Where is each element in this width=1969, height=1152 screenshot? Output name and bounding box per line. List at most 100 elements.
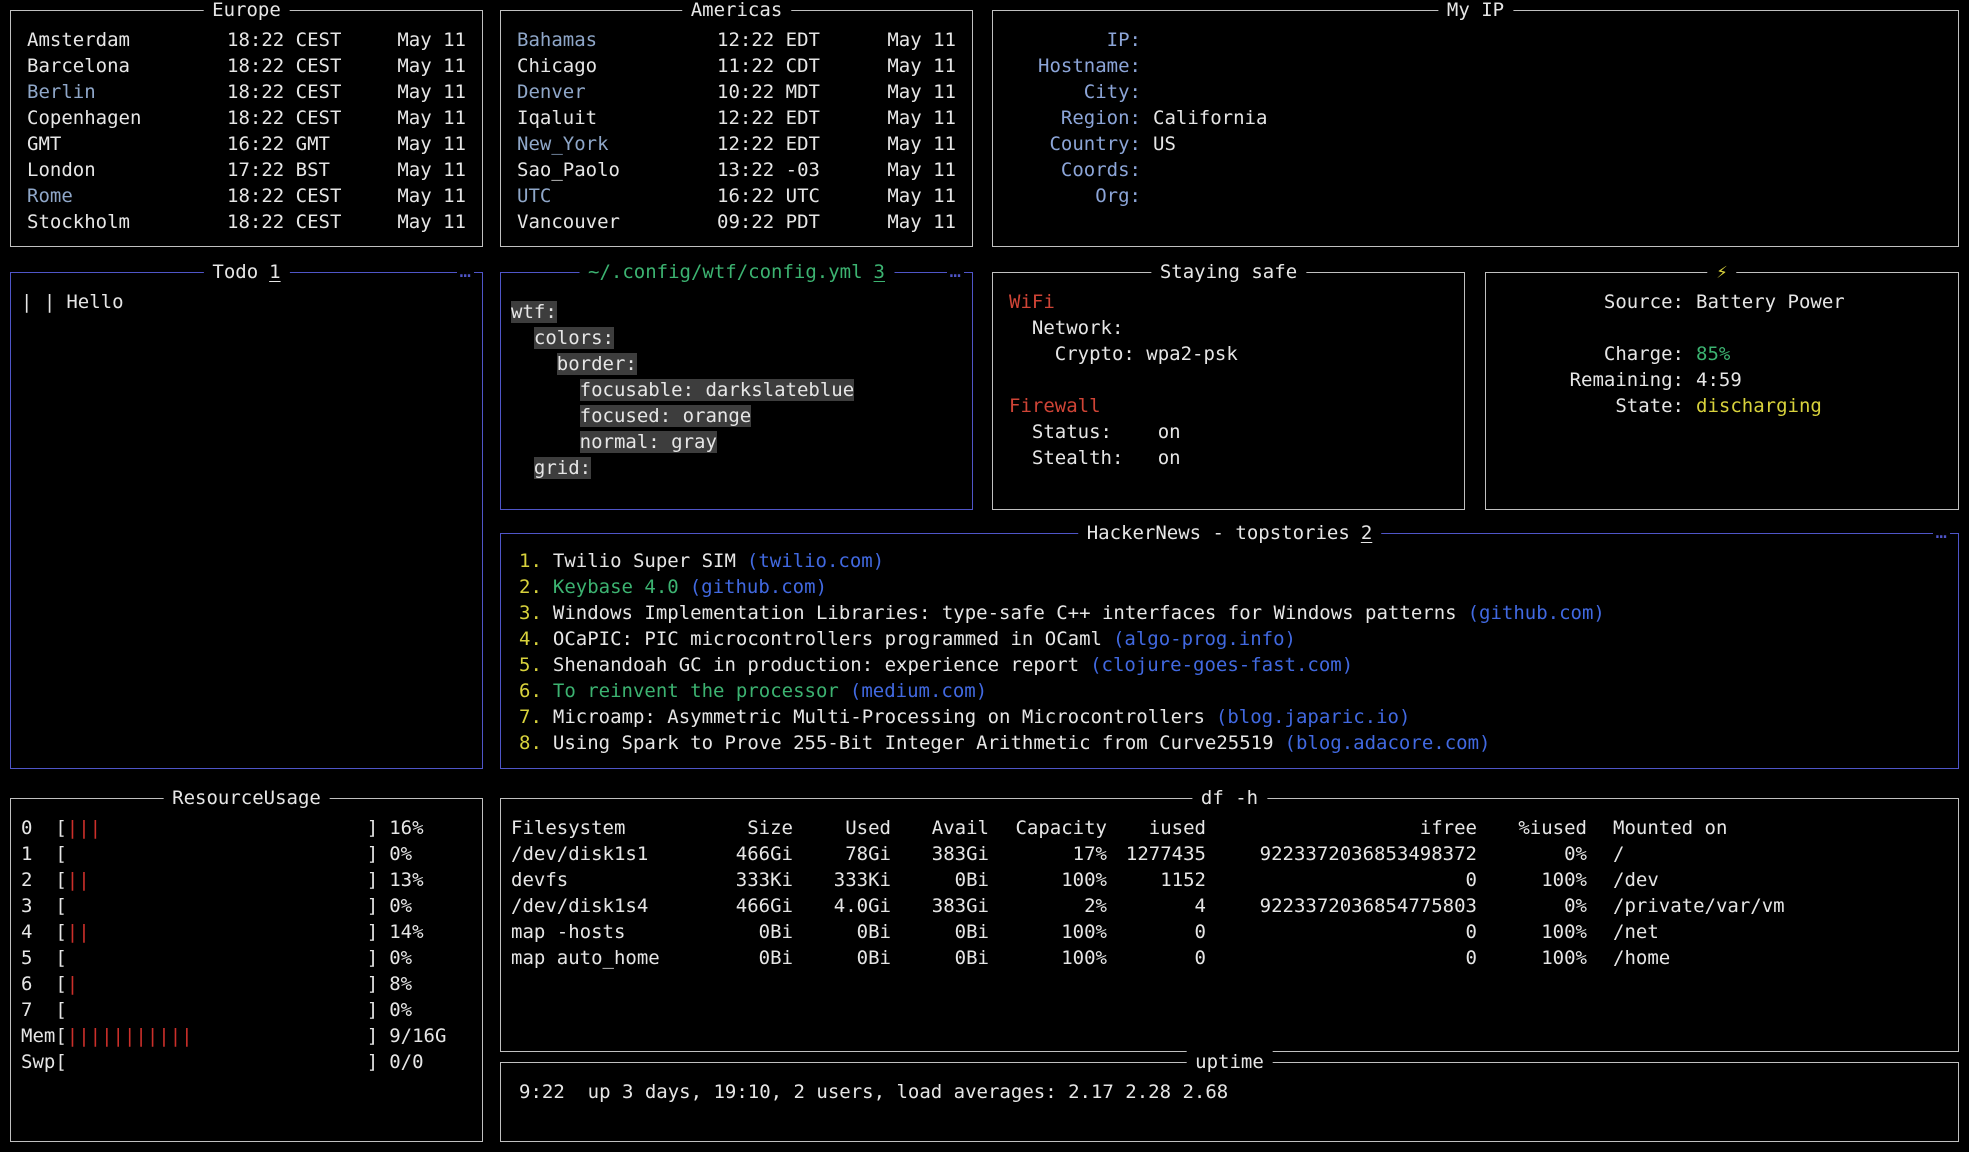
hn-story-domain[interactable]: (github.com): [690, 576, 827, 598]
hn-story-number: 3.: [519, 602, 542, 624]
df-cell: 100%: [1477, 867, 1587, 893]
panel-staying-safe: Staying safe WiFi Network: Crypto: wpa2-…: [992, 272, 1465, 510]
hn-story[interactable]: 6. To reinvent the processor (medium.com): [501, 678, 1958, 704]
df-cell: 0: [1107, 945, 1206, 971]
config-line: wtf:: [501, 299, 972, 325]
bar-close-bracket: ]: [367, 973, 378, 995]
clock-date: May 11: [397, 27, 466, 53]
df-cell: 0Bi: [793, 919, 891, 945]
panel-title-todo: Todo1: [203, 259, 289, 285]
panel-title-label: df -h: [1201, 787, 1258, 809]
hn-story-title[interactable]: Microamp: Asymmetric Multi-Processing on…: [553, 706, 1205, 728]
hn-story-title[interactable]: Shenandoah GC in production: experience …: [553, 654, 1079, 676]
config-body: wtf: colors: border: focusable: darkslat…: [501, 273, 972, 481]
df-header-cell: Used: [793, 815, 891, 841]
df-cell: 100%: [989, 919, 1107, 945]
df-cell: 333Ki: [793, 867, 891, 893]
bar-open-bracket: [: [55, 999, 66, 1021]
clock-row: Denver10:22 MDTMay 11: [501, 79, 972, 105]
hn-story[interactable]: 8.Using Spark to Prove 255-Bit Integer A…: [501, 730, 1958, 756]
resource-value: 13%: [389, 869, 423, 891]
hn-story[interactable]: 4. OCaPIC: PIC microcontrollers programme…: [501, 626, 1958, 652]
hn-story[interactable]: 5.Shenandoah GC in production: experienc…: [501, 652, 1958, 678]
df-cell: /dev: [1587, 867, 1948, 893]
df-header-cell: Avail: [891, 815, 989, 841]
panel-title-hackernews: HackerNews - topstories2: [1078, 520, 1382, 546]
df-cell: 9223372036853498372: [1206, 841, 1477, 867]
hn-story-domain[interactable]: (twilio.com): [747, 550, 884, 572]
bar-close-bracket: ]: [367, 947, 378, 969]
df-cell: /home: [1587, 945, 1948, 971]
staying-safe-body: WiFi Network: Crypto: wpa2-psk Firewall …: [993, 273, 1464, 471]
hn-story-title[interactable]: Using Spark to Prove 255-Bit Integer Ari…: [553, 732, 1274, 754]
panel-todo[interactable]: Todo1 … | |Hello: [10, 272, 483, 769]
hn-story-number: 4.: [519, 628, 542, 650]
panel-hackernews[interactable]: HackerNews - topstories2 … 1.Twilio Supe…: [500, 533, 1959, 769]
bar-open-bracket: [: [55, 921, 66, 943]
config-indent: [511, 457, 534, 479]
hn-story[interactable]: 2.Keybase 4.0(github.com): [501, 574, 1958, 600]
panel-title-label: Europe: [212, 0, 281, 21]
hn-story[interactable]: 7.Microamp: Asymmetric Multi-Processing …: [501, 704, 1958, 730]
resource-bar: ||: [67, 867, 367, 893]
hn-story-domain[interactable]: (algo-prog.info): [1113, 628, 1296, 650]
hn-story-number: 6.: [519, 680, 542, 702]
df-cell: 0Bi: [661, 945, 793, 971]
hn-story-domain[interactable]: (github.com): [1468, 602, 1605, 624]
safe-line: WiFi: [993, 289, 1464, 315]
hn-story-domain[interactable]: (blog.adacore.com): [1285, 732, 1491, 754]
hn-story-title[interactable]: To reinvent the processor: [553, 680, 839, 702]
resource-value: 9/16G: [389, 1025, 446, 1047]
hn-story-domain[interactable]: (clojure-goes-fast.com): [1090, 654, 1353, 676]
panel-config-viewer[interactable]: ~/.config/wtf/config.yml3 … wtf: colors:…: [500, 272, 973, 510]
panel-title-label: HackerNews - topstories: [1087, 522, 1350, 544]
clock-time: 13:22 -03: [717, 157, 873, 183]
resource-row: Swp[]0/0: [11, 1049, 482, 1075]
df-cell: 1152: [1107, 867, 1206, 893]
hn-story-title[interactable]: Windows Implementation Libraries: type-s…: [553, 602, 1457, 624]
df-cell: 100%: [1477, 919, 1587, 945]
config-code-text: colors:: [534, 327, 614, 349]
bar-open-bracket: [: [55, 1051, 66, 1073]
bar-close-bracket: ]: [367, 869, 378, 891]
resource-value: 14%: [389, 921, 423, 943]
todo-item[interactable]: | |Hello: [11, 289, 482, 315]
df-cell: 17%: [989, 841, 1107, 867]
clock-city: Amsterdam: [27, 27, 227, 53]
bar-close-bracket: ]: [367, 999, 378, 1021]
clock-time: 11:22 CDT: [717, 53, 873, 79]
config-indent: [511, 327, 534, 349]
df-header-cell: iused: [1107, 815, 1206, 841]
df-cell: 1277435: [1107, 841, 1206, 867]
hn-story-title[interactable]: Keybase 4.0: [553, 576, 679, 598]
resource-label: 6: [21, 973, 55, 995]
clock-time: 12:22 EDT: [717, 105, 873, 131]
panel-title-uptime: uptime: [1186, 1049, 1273, 1075]
hn-story-title[interactable]: OCaPIC: PIC microcontrollers programmed …: [553, 628, 1102, 650]
todo-checkbox[interactable]: | |: [21, 291, 55, 313]
hn-story[interactable]: 1.Twilio Super SIM(twilio.com): [501, 548, 1958, 574]
ip-field-value: US: [1153, 131, 1176, 157]
battery-row: Source:Battery Power: [1486, 289, 1958, 315]
hn-story-domain[interactable]: (medium.com): [850, 680, 987, 702]
df-cell: 383Gi: [891, 893, 989, 919]
hn-story-domain[interactable]: (blog.japaric.io): [1216, 706, 1410, 728]
hn-story[interactable]: 3. Windows Implementation Libraries: type…: [501, 600, 1958, 626]
panel-uptime: uptime 9:22 up 3 days, 19:10, 2 users, l…: [500, 1062, 1959, 1142]
df-cell: 0%: [1477, 841, 1587, 867]
bar-close-bracket: ]: [367, 1051, 378, 1073]
safe-line: Firewall: [993, 393, 1464, 419]
clock-row: Stockholm18:22 CESTMay 11: [11, 209, 482, 235]
hn-story-title[interactable]: Twilio Super SIM: [553, 550, 736, 572]
df-data-row: map -hosts0Bi0Bi0Bi100%00100%/net: [501, 919, 1958, 945]
resource-label: Mem: [21, 1025, 55, 1047]
bar-close-bracket: ]: [367, 843, 378, 865]
resource-value: 0%: [389, 999, 412, 1021]
bar-close-bracket: ]: [367, 895, 378, 917]
df-header-cell: Filesystem: [511, 815, 661, 841]
clock-date: May 11: [397, 105, 466, 131]
df-header-cell: Size: [661, 815, 793, 841]
resource-row: 0 [|||]16%: [11, 815, 482, 841]
clock-city: Barcelona: [27, 53, 227, 79]
clock-date: May 11: [887, 79, 956, 105]
